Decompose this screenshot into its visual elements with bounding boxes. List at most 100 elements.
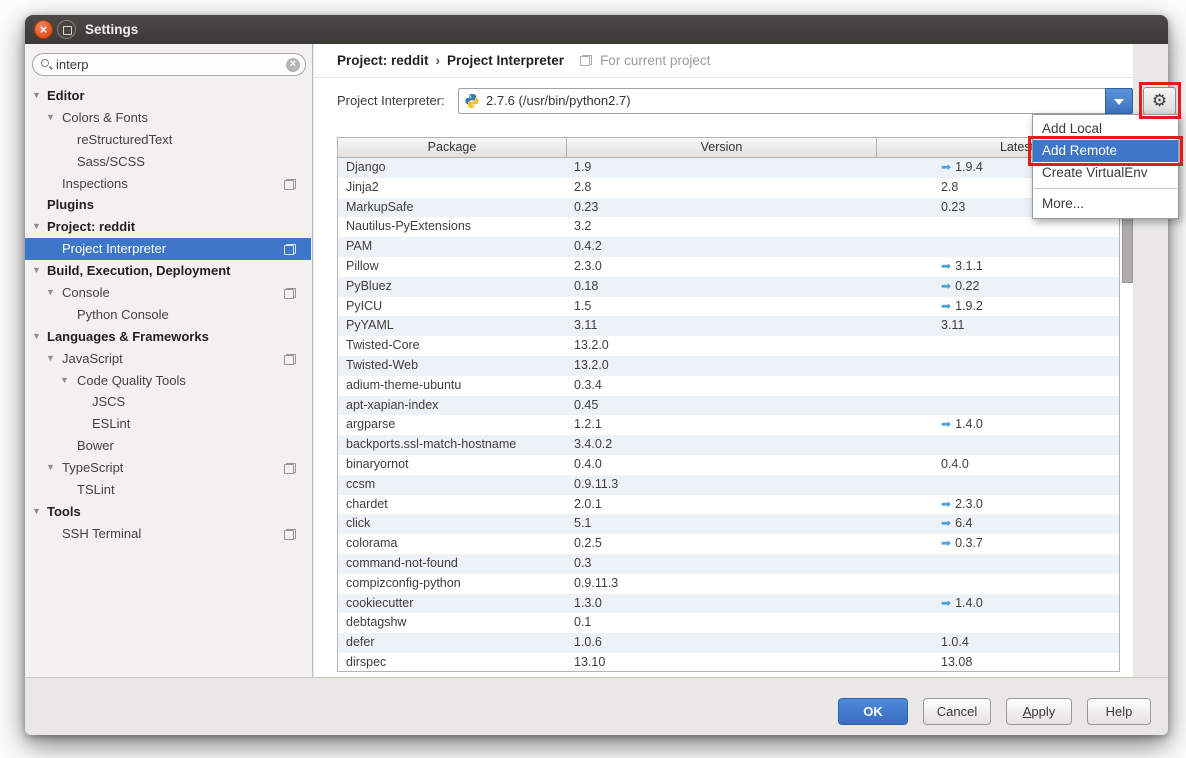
cell-package: cookiecutter xyxy=(338,594,566,614)
table-row[interactable]: PyICU1.5➡1.9.2 xyxy=(338,297,1119,317)
sidebar-item-label: Sass/SCSS xyxy=(77,151,145,173)
sidebar-item-sass-scss[interactable]: Sass/SCSS xyxy=(25,151,311,173)
table-row[interactable]: Twisted-Web13.2.0 xyxy=(338,356,1119,376)
sidebar-item-eslint[interactable]: ESLint xyxy=(25,413,311,435)
table-row[interactable]: Jinja22.82.8 xyxy=(338,178,1119,198)
sidebar-item-javascript[interactable]: ▼ JavaScript xyxy=(25,348,311,370)
close-icon[interactable] xyxy=(34,20,53,39)
table-row[interactable]: backports.ssl-match-hostname3.4.0.2 xyxy=(338,435,1119,455)
interpreter-label: Project Interpreter: xyxy=(337,93,458,108)
expand-arrow-icon[interactable]: ▼ xyxy=(60,370,69,392)
expand-arrow-icon[interactable]: ▼ xyxy=(46,282,55,304)
sidebar-item-label: SSH Terminal xyxy=(62,523,141,545)
table-row[interactable]: cookiecutter1.3.0➡1.4.0 xyxy=(338,594,1119,614)
sidebar-item-label: JavaScript xyxy=(62,348,123,370)
cell-package: PyICU xyxy=(338,297,566,317)
expand-arrow-icon[interactable]: ▼ xyxy=(32,216,41,238)
table-row[interactable]: Pillow2.3.0➡3.1.1 xyxy=(338,257,1119,277)
clear-search-icon[interactable] xyxy=(286,58,300,72)
sidebar-item-python-console[interactable]: Python Console xyxy=(25,304,311,326)
current-project-icon xyxy=(284,179,296,190)
table-row[interactable]: PAM0.4.2 xyxy=(338,237,1119,257)
footer-bar: OK Cancel Apply Help xyxy=(25,677,1168,735)
cell-version: 0.4.0 xyxy=(566,455,876,475)
cell-version: 13.2.0 xyxy=(566,356,876,376)
help-button[interactable]: Help xyxy=(1087,698,1151,725)
menu-item-create-virtualenv[interactable]: Create VirtualEnv xyxy=(1033,162,1178,184)
table-row[interactable]: dirspec13.1013.08 xyxy=(338,653,1119,672)
table-row[interactable]: command-not-found0.3 xyxy=(338,554,1119,574)
table-row[interactable]: compizconfig-python0.9.11.3 xyxy=(338,574,1119,594)
column-header-version[interactable]: Version xyxy=(566,138,876,157)
cell-version: 1.2.1 xyxy=(566,415,876,435)
table-row[interactable]: click5.1➡6.4 xyxy=(338,514,1119,534)
table-row[interactable]: Nautilus-PyExtensions3.2 xyxy=(338,217,1119,237)
sidebar-item-inspections[interactable]: Inspections xyxy=(25,173,311,195)
expand-arrow-icon[interactable]: ▼ xyxy=(46,348,55,370)
sidebar-item-ssh-terminal[interactable]: SSH Terminal xyxy=(25,523,311,545)
update-arrow-icon: ➡ xyxy=(941,417,951,431)
interpreter-dropdown-button[interactable] xyxy=(1105,88,1133,114)
table-row[interactable]: PyYAML3.113.11 xyxy=(338,316,1119,336)
sidebar-item-languages-frameworks[interactable]: ▼Languages & Frameworks xyxy=(25,326,311,348)
sidebar-item-label: Bower xyxy=(77,435,114,457)
sidebar-item-tools[interactable]: ▼Tools xyxy=(25,501,311,523)
expand-arrow-icon[interactable]: ▼ xyxy=(32,85,41,107)
table-row[interactable]: debtagshw0.1 xyxy=(338,613,1119,633)
maximize-icon[interactable] xyxy=(57,20,76,39)
sidebar-item-tslint[interactable]: TSLint xyxy=(25,479,311,501)
expand-arrow-icon[interactable]: ▼ xyxy=(46,457,55,479)
table-row[interactable]: MarkupSafe0.230.23 xyxy=(338,198,1119,218)
menu-separator xyxy=(1034,188,1177,189)
sidebar-item-label: Console xyxy=(62,282,110,304)
column-header-package[interactable]: Package xyxy=(338,138,566,157)
menu-item-add-local[interactable]: Add Local xyxy=(1033,118,1178,140)
table-row[interactable]: argparse1.2.1➡1.4.0 xyxy=(338,415,1119,435)
update-arrow-icon: ➡ xyxy=(941,596,951,610)
table-row[interactable]: Twisted-Core13.2.0 xyxy=(338,336,1119,356)
table-row[interactable]: defer1.0.61.0.4 xyxy=(338,633,1119,653)
cell-version: 0.2.5 xyxy=(566,534,876,554)
gear-button[interactable]: ⚙ xyxy=(1143,87,1176,115)
sidebar-item-jscs[interactable]: JSCS xyxy=(25,391,311,413)
package-table: Package Version Latest Django1.9➡1.9.4Ji… xyxy=(337,137,1120,672)
table-row[interactable]: Django1.9➡1.9.4 xyxy=(338,158,1119,178)
expand-arrow-icon[interactable]: ▼ xyxy=(46,107,55,129)
sidebar-item-console[interactable]: ▼ Console xyxy=(25,282,311,304)
interpreter-combobox[interactable]: 2.7.6 (/usr/bin/python2.7) xyxy=(458,88,1105,114)
cell-version: 1.9 xyxy=(566,158,876,178)
sidebar-item-typescript[interactable]: ▼TypeScript xyxy=(25,457,311,479)
menu-item-more-[interactable]: More... xyxy=(1033,193,1178,215)
breadcrumb-project: Project: reddit xyxy=(337,53,429,68)
cell-latest xyxy=(876,396,1119,416)
table-row[interactable]: binaryornot0.4.00.4.0 xyxy=(338,455,1119,475)
apply-button[interactable]: Apply xyxy=(1006,698,1072,725)
table-row[interactable]: apt-xapian-index0.45 xyxy=(338,396,1119,416)
table-row[interactable]: adium-theme-ubuntu0.3.4 xyxy=(338,376,1119,396)
sidebar-item-restructuredtext[interactable]: reStructuredText xyxy=(25,129,311,151)
expand-arrow-icon[interactable]: ▼ xyxy=(32,326,41,348)
python-icon xyxy=(464,93,480,109)
sidebar-item-bower[interactable]: Bower xyxy=(25,435,311,457)
cell-package: debtagshw xyxy=(338,613,566,633)
search-input[interactable] xyxy=(56,54,276,75)
sidebar-item-editor[interactable]: ▼Editor xyxy=(25,85,311,107)
table-row[interactable]: colorama0.2.5➡0.3.7 xyxy=(338,534,1119,554)
table-row[interactable]: chardet2.0.1➡2.3.0 xyxy=(338,495,1119,515)
sidebar-item-project-interpreter[interactable]: Project Interpreter xyxy=(25,238,311,260)
expand-arrow-icon[interactable]: ▼ xyxy=(32,260,41,282)
sidebar-item-build-execution-deployment[interactable]: ▼Build, Execution, Deployment xyxy=(25,260,311,282)
menu-item-add-remote[interactable]: Add Remote xyxy=(1033,140,1178,162)
sidebar-item-plugins[interactable]: Plugins xyxy=(25,194,311,216)
gear-popup-menu: Add LocalAdd RemoteCreate VirtualEnv More… xyxy=(1032,114,1179,219)
table-row[interactable]: PyBluez0.18➡0.22 xyxy=(338,277,1119,297)
sidebar-item-code-quality-tools[interactable]: ▼Code Quality Tools xyxy=(25,370,311,392)
table-row[interactable]: ccsm0.9.11.3 xyxy=(338,475,1119,495)
cell-latest xyxy=(876,336,1119,356)
expand-arrow-icon[interactable]: ▼ xyxy=(32,501,41,523)
cancel-button[interactable]: Cancel xyxy=(923,698,991,725)
sidebar-item-colors-fonts[interactable]: ▼Colors & Fonts xyxy=(25,107,311,129)
settings-search[interactable] xyxy=(32,53,306,76)
sidebar-item-project-reddit[interactable]: ▼Project: reddit xyxy=(25,216,311,238)
ok-button[interactable]: OK xyxy=(838,698,908,725)
